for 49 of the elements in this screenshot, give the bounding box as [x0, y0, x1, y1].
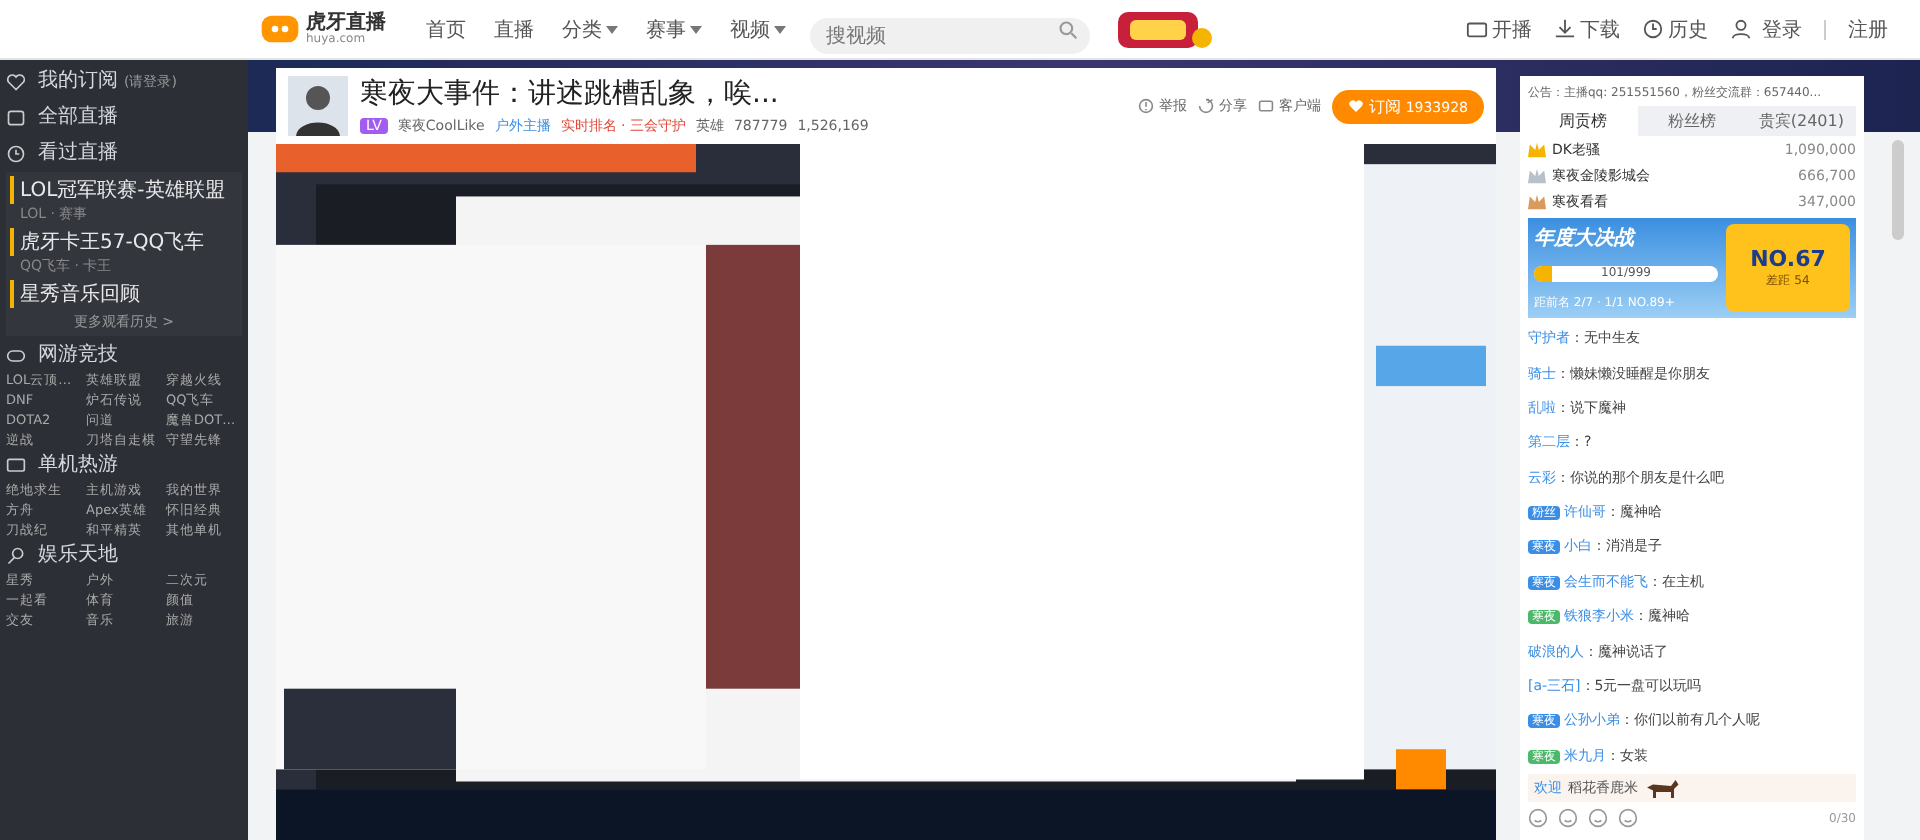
- avatar[interactable]: [288, 76, 348, 136]
- share-icon[interactable]: [1198, 98, 1215, 115]
- category-heading[interactable]: 网游竞技: [6, 340, 242, 372]
- sidebar-item[interactable]: 全部直播: [6, 100, 242, 136]
- search-icon[interactable]: [1058, 19, 1078, 39]
- monitor-icon[interactable]: [1466, 18, 1488, 40]
- download-icon[interactable]: [1554, 18, 1576, 40]
- stream-title: 寒夜大事件：讲述跳槽乱象，唉...: [360, 76, 781, 112]
- warning-icon[interactable]: [1138, 98, 1155, 115]
- login-link[interactable]: 登录: [1762, 15, 1802, 43]
- nav-link[interactable]: 视频: [730, 15, 786, 43]
- nav-link[interactable]: 首页: [426, 15, 466, 43]
- emoji-icon[interactable]: [1528, 808, 1548, 828]
- ranking-tab[interactable]: 贵宾(2401): [1746, 106, 1857, 136]
- caret-icon[interactable]: [690, 25, 702, 34]
- nav-link[interactable]: 直播: [494, 15, 534, 43]
- user-icon: [1730, 18, 1752, 40]
- history-item[interactable]: LOL冠军联赛-英雄联盟: [10, 176, 238, 204]
- header-link[interactable]: 开播: [1466, 15, 1532, 43]
- history-item[interactable]: 虎牙卡王57-QQ飞车: [10, 228, 238, 256]
- heart-icon[interactable]: [1348, 98, 1365, 115]
- emoji-icon[interactable]: [1618, 808, 1638, 828]
- caret-icon[interactable]: [774, 25, 786, 34]
- clock-icon[interactable]: [1642, 18, 1664, 40]
- search-field[interactable]: 搜视频: [810, 18, 1090, 54]
- heart-icon: [6, 72, 26, 92]
- monitor-icon[interactable]: [1258, 98, 1275, 115]
- clock-icon: [6, 144, 26, 164]
- rank-number: NO.67: [1750, 246, 1826, 272]
- category-heading[interactable]: 娱乐天地: [6, 540, 242, 572]
- scrollbar[interactable]: [1892, 140, 1904, 240]
- nav-link[interactable]: 赛事: [646, 15, 702, 43]
- monitor-icon: [6, 456, 26, 476]
- header-link[interactable]: 历史: [1642, 15, 1708, 43]
- ranking-tab[interactable]: 粉丝榜: [1637, 106, 1747, 136]
- caret-icon[interactable]: [606, 25, 618, 34]
- register-link[interactable]: 注册: [1848, 15, 1888, 43]
- event-title: 年度大决战: [1534, 224, 1638, 252]
- sidebar-item[interactable]: 看过直播: [6, 136, 242, 172]
- header-link[interactable]: 下载: [1554, 15, 1620, 43]
- emoji-icon[interactable]: [1558, 808, 1578, 828]
- dog-icon: [1644, 777, 1680, 799]
- category-heading[interactable]: 单机热游: [6, 450, 242, 482]
- nav-link[interactable]: 分类: [562, 15, 618, 43]
- logo-name[interactable]: 虎牙直播: [306, 13, 386, 33]
- logo-icon[interactable]: [260, 12, 300, 46]
- history-item[interactable]: 星秀音乐回顾: [10, 280, 238, 308]
- ranking-tab[interactable]: 周贡榜: [1528, 106, 1638, 136]
- emoji-icon[interactable]: [1588, 808, 1608, 828]
